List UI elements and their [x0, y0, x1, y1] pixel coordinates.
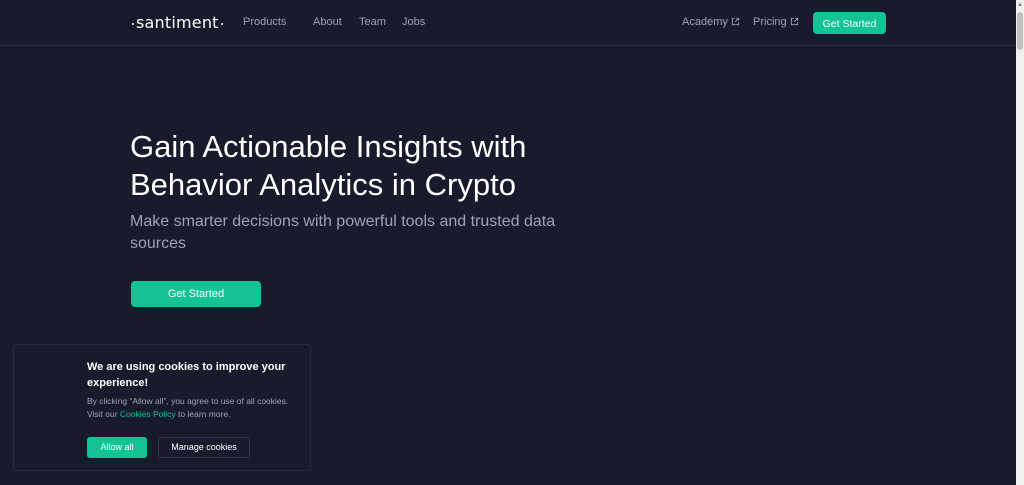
- cookie-banner-title: We are using cookies to improve your exp…: [87, 361, 286, 389]
- arrow-up-icon[interactable]: ▲: [1016, 0, 1024, 10]
- nav-jobs[interactable]: Jobs: [402, 16, 425, 28]
- logo-dot: [132, 22, 134, 25]
- allow-all-button[interactable]: Allow all: [87, 437, 147, 458]
- hero-title: Gain Actionable Insights with Behavior A…: [130, 129, 527, 202]
- top-navbar: santiment Products About Team Jobs Acade…: [0, 0, 1016, 46]
- santiment-logo[interactable]: santiment: [130, 13, 225, 32]
- scrollbar-thumb[interactable]: [1017, 12, 1023, 50]
- page: santiment Products About Team Jobs Acade…: [0, 0, 1024, 485]
- nav-about[interactable]: About: [313, 16, 342, 28]
- nav-pricing[interactable]: Pricing: [753, 16, 799, 28]
- vertical-scrollbar[interactable]: ▲: [1016, 0, 1024, 485]
- nav-academy-label: Academy: [682, 16, 728, 28]
- cookie-text-after-link: to learn more.: [175, 409, 231, 419]
- external-link-icon: [790, 17, 798, 26]
- hero-subtitle: Make smarter decisions with powerful too…: [130, 213, 556, 252]
- nav-products[interactable]: Products: [243, 16, 286, 28]
- nav-team[interactable]: Team: [359, 16, 386, 28]
- hero-get-started-button[interactable]: Get Started: [131, 281, 261, 307]
- cookie-banner: We are using cookies to improve your exp…: [13, 344, 311, 471]
- nav-pricing-label: Pricing: [753, 16, 787, 28]
- cookies-policy-link[interactable]: Cookies Policy: [120, 409, 176, 419]
- nav-academy[interactable]: Academy: [682, 16, 740, 28]
- external-link-icon: [731, 17, 739, 26]
- manage-cookies-button[interactable]: Manage cookies: [158, 437, 250, 458]
- cookie-banner-text: By clicking “Allow all”, you agree to us…: [87, 395, 292, 421]
- logo-dot: [220, 22, 223, 25]
- logo-text: santiment: [136, 13, 219, 32]
- header-get-started-button[interactable]: Get Started: [813, 12, 886, 34]
